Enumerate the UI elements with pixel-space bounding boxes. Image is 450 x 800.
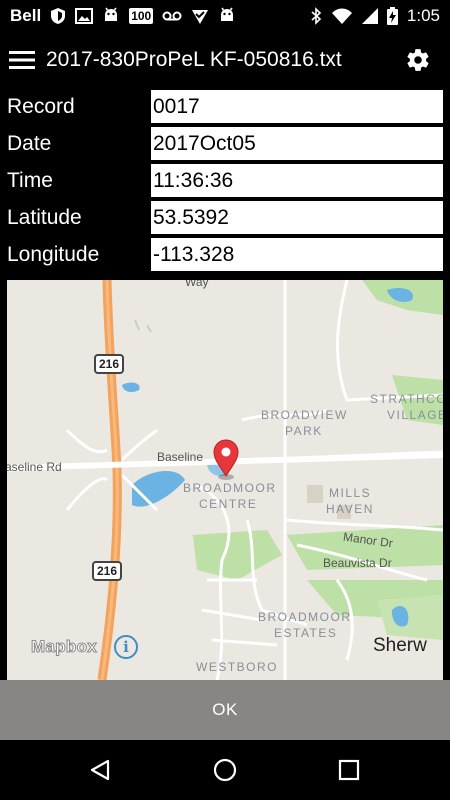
latitude-field[interactable]: 53.5392 <box>151 201 443 234</box>
highway-shield-216-north: 216 <box>94 354 124 374</box>
android-icon <box>218 7 236 25</box>
info-icon[interactable]: i <box>114 635 138 659</box>
status-bar: Bell 100 1:05 <box>0 0 450 32</box>
voicemail-icon <box>162 10 182 22</box>
map-label-broadview: BROADVIEW <box>261 408 348 422</box>
road-label-way: Way <box>185 280 209 289</box>
date-label: Date <box>7 131 52 155</box>
gear-icon[interactable] <box>402 44 434 76</box>
road-label-baseline: Baseline <box>157 450 204 464</box>
time-label: Time <box>7 168 53 192</box>
longitude-label: Longitude <box>7 242 100 266</box>
clock: 1:05 <box>406 6 440 25</box>
map-label-centre: CENTRE <box>199 497 258 511</box>
map-label-park: PARK <box>285 424 323 438</box>
mapbox-logo: Mapbox <box>30 637 98 657</box>
map-label-strathcona: STRATHCO <box>370 392 443 406</box>
carrier-name: Bell <box>10 6 42 25</box>
hamburger-menu-icon[interactable] <box>0 32 44 88</box>
latitude-row: Latitude 53.5392 <box>0 199 450 236</box>
file-title: 2017-830ProPeL KF-050816.txt <box>46 48 342 71</box>
map-label-sherwood: Sherw <box>373 635 427 656</box>
nav-bar <box>0 740 450 800</box>
map-label-village: VILLAGE <box>387 408 443 422</box>
checklist-icon <box>191 7 209 25</box>
longitude-field[interactable]: -113.328 <box>151 238 443 271</box>
shield-icon <box>50 7 66 25</box>
map-label-westboro: WESTBORO <box>196 660 279 674</box>
time-row: Time 11:36:36 <box>0 162 450 199</box>
record-label: Record <box>7 94 75 118</box>
time-field[interactable]: 11:36:36 <box>151 164 443 197</box>
recents-square-icon[interactable] <box>335 756 363 784</box>
map-label-broadmoor-estates: BROADMOOR <box>258 610 352 624</box>
ok-button[interactable]: OK <box>0 680 450 740</box>
image-icon <box>75 8 94 24</box>
status-right: 1:05 <box>310 6 440 26</box>
date-row: Date 2017Oct05 <box>0 125 450 162</box>
date-field[interactable]: 2017Oct05 <box>151 127 443 160</box>
map-label-broadmoor-centre: BROADMOOR <box>183 481 277 495</box>
record-field[interactable]: 0017 <box>151 90 443 123</box>
battery-charging-icon <box>386 7 398 25</box>
road-label-baseline-rd: aseline Rd <box>7 460 62 474</box>
signal-icon <box>361 8 378 24</box>
map-base <box>7 280 443 680</box>
android-icon <box>102 7 120 25</box>
latitude-label: Latitude <box>7 205 82 229</box>
location-pin-icon[interactable] <box>212 438 240 480</box>
record-row: Record 0017 <box>0 88 450 125</box>
app-bar: 2017-830ProPeL KF-050816.txt <box>0 32 450 88</box>
status-left: Bell 100 <box>10 6 236 26</box>
map-view[interactable]: BROADVIEW PARK STRATHCO VILLAGE BROADMOO… <box>7 280 443 680</box>
home-circle-icon[interactable] <box>211 756 239 784</box>
bluetooth-icon <box>310 7 322 25</box>
longitude-row: Longitude -113.328 <box>0 236 450 273</box>
road-label-beauvista: Beauvista Dr <box>323 556 392 570</box>
map-label-haven: HAVEN <box>326 502 374 516</box>
map-label-mills: MILLS <box>329 486 372 500</box>
badge-number: 100 <box>131 9 152 23</box>
back-triangle-icon[interactable] <box>86 756 114 784</box>
record-form: Record 0017 Date 2017Oct05 Time 11:36:36… <box>0 88 450 273</box>
highway-shield-216-south: 216 <box>92 561 122 581</box>
badge-100-icon: 100 <box>129 8 154 24</box>
map-label-estates: ESTATES <box>274 626 338 640</box>
wifi-icon <box>331 8 353 24</box>
